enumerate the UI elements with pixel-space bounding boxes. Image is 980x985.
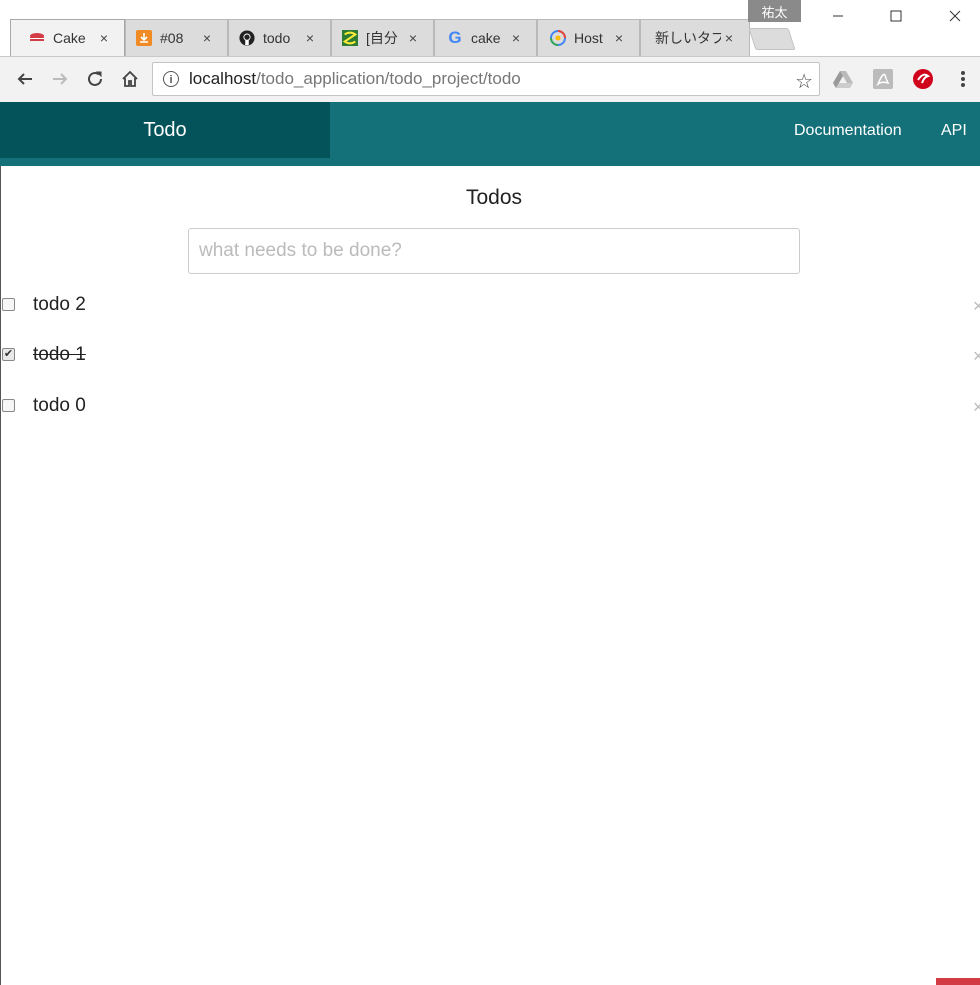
github-icon: [239, 30, 255, 46]
tab-cakephp[interactable]: Cake ×: [10, 19, 125, 56]
tab-label: #08: [160, 30, 184, 46]
close-tab-icon[interactable]: ×: [302, 30, 318, 46]
tab-label: todo: [263, 30, 291, 46]
todo-checkbox[interactable]: [2, 298, 15, 311]
brand-link[interactable]: Todo: [0, 102, 330, 158]
close-window-icon[interactable]: [932, 2, 978, 30]
tab-new[interactable]: 新しいタブ ×: [640, 19, 750, 56]
delete-todo-icon[interactable]: ×: [973, 346, 980, 367]
back-icon[interactable]: [12, 66, 38, 92]
app-navbar: Todo Documentation API: [0, 102, 980, 166]
delete-todo-icon[interactable]: ×: [973, 397, 980, 418]
home-icon[interactable]: [117, 66, 143, 92]
download-icon: [136, 30, 152, 46]
todo-item: todo 2 ×: [0, 288, 980, 328]
tab-label: Host: [574, 30, 603, 46]
tab-bookmark[interactable]: [自分 ×: [331, 19, 434, 56]
close-tab-icon[interactable]: ×: [611, 30, 627, 46]
close-tab-icon[interactable]: ×: [721, 30, 737, 46]
reload-icon[interactable]: [82, 66, 108, 92]
maximize-icon[interactable]: [873, 2, 919, 30]
todo-title[interactable]: todo 1: [33, 344, 86, 366]
bookmark-icon: [342, 30, 358, 46]
tab-google[interactable]: G cake ×: [434, 19, 537, 56]
delete-todo-icon[interactable]: ×: [973, 296, 980, 317]
todo-title[interactable]: todo 0: [33, 395, 86, 417]
todo-checkbox[interactable]: [2, 399, 15, 412]
todo-item: todo 0 ×: [0, 389, 980, 429]
drive-extension-icon[interactable]: [832, 68, 854, 90]
tab-label: 新しいタブ: [655, 30, 721, 46]
debug-kit-toolbar[interactable]: [936, 978, 980, 985]
pdf-extension-icon[interactable]: [872, 68, 894, 90]
todo-checkbox[interactable]: ✔: [2, 348, 15, 361]
tab-download[interactable]: #08 ×: [125, 19, 228, 56]
close-tab-icon[interactable]: ×: [508, 30, 524, 46]
bookmark-star-icon[interactable]: ☆: [795, 69, 813, 94]
new-todo-input[interactable]: [188, 228, 800, 274]
nav-link-documentation[interactable]: Documentation: [794, 122, 902, 140]
site-info-icon[interactable]: i: [163, 71, 179, 87]
cakephp-icon: [29, 30, 45, 46]
browser-chrome: Cake × #08 × todo × [自分 × G cake × Host …: [0, 0, 980, 102]
url-host: localhost: [189, 69, 257, 88]
google-icon: G: [448, 28, 462, 47]
profile-badge[interactable]: 祐太: [748, 0, 801, 22]
minimize-icon[interactable]: [815, 2, 861, 30]
security-extension-icon[interactable]: [912, 68, 934, 90]
close-tab-icon[interactable]: ×: [199, 30, 215, 46]
host-icon: [550, 30, 566, 46]
forward-icon[interactable]: [47, 66, 73, 92]
todo-title[interactable]: todo 2: [33, 294, 86, 316]
tab-github[interactable]: todo ×: [228, 19, 331, 56]
new-tab-button[interactable]: [748, 28, 796, 50]
close-tab-icon[interactable]: ×: [96, 30, 112, 46]
nav-link-api[interactable]: API: [941, 122, 967, 140]
todo-app: Todos todo 2 × ✔ todo 1 × todo 0 ×: [0, 166, 980, 985]
todo-item: ✔ todo 1 ×: [0, 338, 980, 378]
tab-strip: Cake × #08 × todo × [自分 × G cake × Host …: [0, 0, 980, 56]
page-title: Todos: [465, 186, 523, 209]
tab-host[interactable]: Host ×: [537, 19, 640, 56]
menu-icon[interactable]: [952, 68, 974, 90]
close-tab-icon[interactable]: ×: [405, 30, 421, 46]
tab-label: cake: [471, 30, 501, 46]
url-path: /todo_application/todo_project/todo: [256, 69, 521, 88]
tab-label: [自分: [366, 30, 398, 46]
browser-toolbar: i localhost/todo_application/todo_projec…: [0, 56, 980, 102]
address-bar[interactable]: i localhost/todo_application/todo_projec…: [152, 62, 820, 96]
tab-label: Cake: [53, 30, 86, 46]
